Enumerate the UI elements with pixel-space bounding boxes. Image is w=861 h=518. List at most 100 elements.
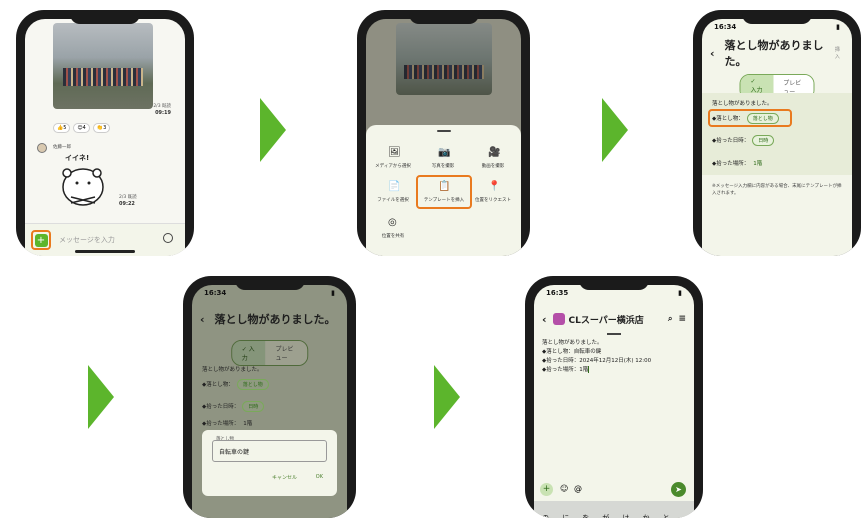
sticker-text: イイネ! [65, 154, 90, 162]
step-arrow-1 [260, 98, 286, 162]
suggestion-key[interactable]: の [542, 513, 549, 518]
attach-screen: 🖼 メディアから選択 📷 写真を撮影 🎥 動画を撮影 📄 ファイルを選択 📋 テ… [366, 19, 521, 256]
battery-icon: ▮ [678, 289, 682, 297]
insert-button[interactable]: 挿入 [835, 46, 844, 60]
read-count-2: 2/3 既読 [119, 195, 137, 200]
shared-photo[interactable] [53, 23, 153, 109]
image-icon[interactable]: 🖼 [388, 147, 401, 158]
text-cursor [588, 366, 590, 373]
status-time: 16:34 [204, 289, 227, 297]
draft-line-0: 落とし物がありました。 [542, 340, 603, 346]
status-bar: 16:34 ▮ [714, 23, 840, 37]
field-chip-item[interactable]: 落とし物 [236, 379, 269, 390]
send-button[interactable]: ➤ [671, 482, 686, 497]
avatar[interactable] [37, 143, 47, 153]
menu-icon[interactable]: ≡ [678, 314, 686, 324]
sticker[interactable]: イイネ! [53, 153, 117, 209]
dimmed-photo [396, 23, 492, 95]
suggestion-key[interactable]: と [663, 513, 670, 518]
notch [408, 10, 479, 24]
template-input-screen: 16:34 ▮ ‹ 落とし物がありました。 ✓ 入力 プレビュー 落とし物がありま… [192, 285, 347, 518]
tab-input[interactable]: ✓ 入力 [231, 341, 266, 365]
add-button[interactable]: + [34, 233, 48, 247]
suggestion-key[interactable]: は [622, 513, 629, 518]
tab-preview[interactable]: プレビュー [265, 341, 308, 365]
field-label-date: ◆拾った日時： [712, 138, 750, 144]
template-title: 落とし物がありました。 [724, 39, 824, 68]
suggestion-key[interactable]: に [562, 513, 569, 518]
template-note: ※メッセージ入力欄に内容がある場合、末尾にテンプレートが挿入されます。 [712, 184, 842, 196]
template-icon[interactable]: 📋 [438, 181, 450, 192]
composer-toolbar: + ☺ @ ➤ [534, 481, 694, 499]
menu-label-video: 動画を撮影 [481, 164, 505, 169]
template-line-0: 落とし物がありました。 [712, 101, 773, 107]
template-line-2: ◆拾った日時： 日時 [712, 135, 775, 146]
back-icon[interactable]: ‹ [710, 47, 715, 60]
field-chip-date[interactable]: 日時 [242, 401, 265, 412]
reaction-thumbs[interactable]: 👍5 [53, 123, 71, 133]
template-line-1: ◆落とし物： 落とし物 [202, 379, 269, 390]
template-line-2: ◆拾った日時： 日時 [202, 401, 265, 412]
template-title: 落とし物がありました。 [214, 313, 336, 326]
room-title: CLスーパー横浜店 [568, 315, 644, 326]
suggestion-key[interactable]: を [582, 513, 589, 518]
draft-line-3: ◆拾った場所：1階 [542, 366, 686, 375]
back-icon[interactable]: ‹ [542, 313, 547, 326]
step-arrow-2 [602, 98, 628, 162]
menu-label-request-location: 位置をリクエスト [475, 198, 511, 203]
field-chip-date[interactable]: 日時 [752, 135, 775, 146]
field-label-item: ◆落とし物： [202, 382, 234, 388]
suggestion-key[interactable]: が [602, 513, 609, 518]
back-icon[interactable]: ‹ [200, 313, 205, 326]
add-button[interactable]: + [540, 483, 553, 496]
message-input[interactable]: メッセージを入力 [59, 235, 115, 245]
status-bar: 16:35 ▮ [546, 289, 682, 303]
status-time: 16:35 [546, 289, 569, 297]
reaction-clap[interactable]: 👏3 [92, 123, 111, 133]
reaction-smile[interactable]: 😊4 [73, 123, 90, 133]
suggestion-key[interactable]: か [642, 513, 649, 518]
dialog-input[interactable]: 自転車の鍵 [212, 440, 327, 462]
timestamp: 09:19 [155, 110, 171, 116]
draft-line-2: ◆拾った日時：2024年12月12日(木) 12:00 [542, 358, 652, 364]
pin-icon[interactable]: 📍 [488, 181, 500, 192]
template-screen: 16:34▮ ‹ 落とし物がありました。 挿入 ✓ 入力 プレビュー 落とし物が… [702, 19, 852, 256]
camera-icon[interactable]: 📷 [438, 147, 450, 158]
phone-attach-menu: 🖼 メディアから選択 📷 写真を撮影 🎥 動画を撮影 📄 ファイルを選択 📋 テ… [357, 10, 530, 256]
keyboard-suggestions: の に を が は か と も 、 ⌄ [534, 501, 694, 518]
stamp-icon[interactable] [163, 233, 173, 243]
search-icon[interactable]: ⌕ [668, 314, 672, 324]
sheet-handle [436, 130, 451, 132]
menu-label-template[interactable]: テンプレートを挿入 [419, 197, 469, 203]
dialog-input-value: 自転車の鍵 [219, 449, 250, 456]
step-arrow-4 [434, 365, 460, 429]
template-line-1: ◆落とし物： 落とし物 [712, 113, 779, 124]
ok-button[interactable]: OK [316, 474, 323, 480]
notch [234, 276, 305, 290]
phone-message-result: 16:35 ▮ ‹ CLスーパー横浜店 ⌕ ≡ 落とし物がありました。 ◆落とし物… [525, 276, 703, 518]
read-count: 2/3 既読 [153, 104, 171, 109]
video-icon[interactable]: 🎥 [488, 147, 500, 158]
bottom-sheet: 🖼 メディアから選択 📷 写真を撮影 🎥 動画を撮影 📄 ファイルを選択 📋 テ… [366, 125, 521, 256]
notch [579, 276, 649, 290]
field-label-place: ◆拾った場所： [712, 161, 750, 167]
status-bar: 16:34 ▮ [204, 289, 335, 303]
file-icon[interactable]: 📄 [388, 181, 400, 192]
timestamp-2: 09:22 [119, 201, 135, 207]
battery-icon: ▮ [836, 23, 840, 31]
mention-icon[interactable]: @ [574, 484, 582, 493]
field-chip-item[interactable]: 落とし物 [746, 113, 779, 124]
field-label-date: ◆拾った日時： [202, 404, 240, 410]
result-screen: 16:35 ▮ ‹ CLスーパー横浜店 ⌕ ≡ 落とし物がありました。 ◆落とし物… [534, 285, 694, 518]
field-label-place: ◆拾った場所： [202, 421, 240, 427]
input-dialog: 落とし物 自転車の鍵 キャンセル OK [202, 430, 337, 496]
message-draft[interactable]: 落とし物がありました。 ◆落とし物：自転車の鍵 ◆拾った日時：2024年12月1… [542, 339, 686, 375]
battery-icon: ▮ [331, 289, 335, 297]
menu-label-share-location: 位置を共有 [381, 234, 405, 239]
cancel-button[interactable]: キャンセル [272, 474, 297, 481]
location-icon[interactable]: ◎ [388, 217, 397, 228]
emoji-icon[interactable]: ☺ [560, 484, 568, 493]
phone-template-input: 16:34 ▮ ‹ 落とし物がありました。 ✓ 入力 プレビュー 落とし物がありま… [183, 276, 356, 518]
field-value-place: 1階 [753, 161, 763, 167]
menu-label-file: ファイルを選択 [377, 198, 409, 203]
